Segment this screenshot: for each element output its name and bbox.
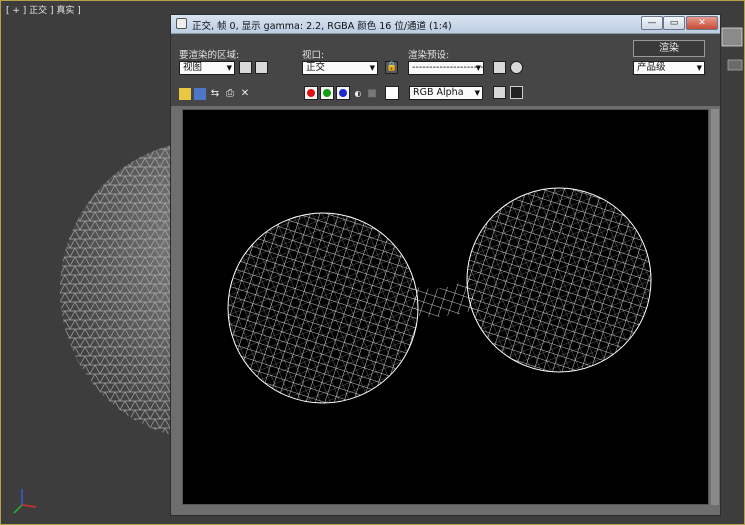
clone-frame-icon[interactable]: ⇆ <box>209 88 221 100</box>
close-button[interactable]: ✕ <box>686 16 718 30</box>
viewport-dropdown[interactable]: 正交 ▼ <box>302 61 378 75</box>
area-to-render-label: 要渲染的区域: <box>179 50 240 61</box>
wireframe-spheres-render <box>227 187 652 404</box>
quality-value: 产品级 <box>637 62 666 73</box>
area-to-render-value: 视图 <box>183 62 203 73</box>
chevron-down-icon: ▼ <box>369 64 375 72</box>
channel-display-value: RGB Alpha <box>413 87 464 98</box>
chevron-down-icon: ▼ <box>226 64 232 72</box>
channel-display-dropdown[interactable]: RGB Alpha ▼ <box>409 86 483 100</box>
window-title: 正交, 帧 0, 显示 gamma: 2.2, RGBA 颜色 16 位/通道 … <box>192 21 452 32</box>
save-image-icon[interactable] <box>179 88 191 100</box>
alpha-half-icon[interactable]: ◐ <box>352 88 364 100</box>
quality-dropdown[interactable]: 产品级 ▼ <box>633 61 705 75</box>
edit-region-icon[interactable] <box>239 61 252 74</box>
rendered-frame-window: 正交, 帧 0, 显示 gamma: 2.2, RGBA 颜色 16 位/通道 … <box>170 14 721 516</box>
render-preset-label: 渲染预设: <box>408 50 450 61</box>
render-button[interactable]: 渲染 <box>633 40 705 57</box>
vertical-scrollbar[interactable] <box>711 109 719 505</box>
red-channel-toggle[interactable] <box>304 86 318 100</box>
maximize-button[interactable]: ▭ <box>663 16 685 30</box>
render-preset-dropdown[interactable]: ---------------------------- ▼ <box>408 61 484 75</box>
display-toggle-icon[interactable] <box>493 86 506 99</box>
green-channel-icon <box>323 89 331 97</box>
title-bar[interactable]: 正交, 帧 0, 显示 gamma: 2.2, RGBA 颜色 16 位/通道 … <box>171 15 720 34</box>
auto-region-icon[interactable] <box>255 61 268 74</box>
render-output <box>182 109 709 505</box>
blue-channel-toggle[interactable] <box>336 86 350 100</box>
red-channel-icon <box>307 89 315 97</box>
viewport-label: 视口: <box>302 50 325 61</box>
viewport-label[interactable]: [ + ] 正交 ] 真实 ] <box>6 3 81 16</box>
left-sphere <box>228 213 418 403</box>
axis-gizmo-icon <box>13 489 37 514</box>
toggle-ui-icon[interactable] <box>510 86 523 99</box>
render-setup-icon[interactable] <box>493 61 506 74</box>
print-icon[interactable]: ⎙ <box>224 88 236 100</box>
viewcube-icon[interactable] <box>718 22 744 82</box>
chevron-down-icon: ▼ <box>696 64 702 72</box>
environment-icon[interactable] <box>510 61 523 74</box>
blue-channel-icon <box>339 89 347 97</box>
app-icon <box>176 18 187 29</box>
connecting-neck <box>411 278 475 317</box>
swatch-color[interactable] <box>385 86 399 100</box>
viewport-value: 正交 <box>306 62 326 73</box>
lock-icon[interactable]: 🔒 <box>385 61 398 74</box>
render-preset-value: ---------------------------- <box>412 62 484 73</box>
green-channel-toggle[interactable] <box>320 86 334 100</box>
chevron-down-icon: ▼ <box>474 89 480 97</box>
area-to-render-dropdown[interactable]: 视图 ▼ <box>179 61 235 75</box>
mono-icon[interactable]: ■ <box>366 88 378 100</box>
copy-image-icon[interactable] <box>194 88 206 100</box>
chevron-down-icon: ▼ <box>475 64 481 72</box>
clear-icon[interactable]: ✕ <box>239 88 251 100</box>
minimize-button[interactable]: — <box>641 16 663 30</box>
right-sphere <box>467 188 651 372</box>
background-wire-sphere <box>60 140 180 440</box>
